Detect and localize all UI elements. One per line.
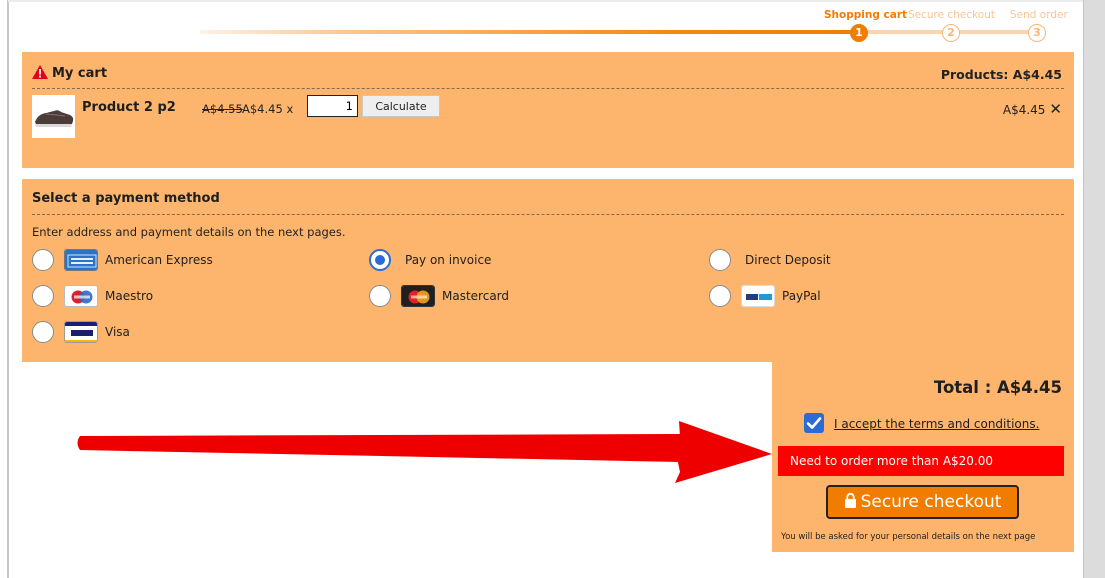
annotation-arrow: [77, 421, 772, 483]
